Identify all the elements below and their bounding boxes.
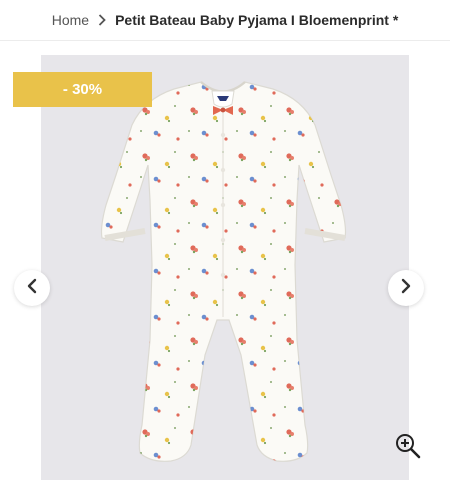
pyjama-illustration xyxy=(100,81,347,462)
zoom-in-icon xyxy=(394,434,422,464)
previous-image-button[interactable] xyxy=(14,270,50,306)
chevron-right-icon xyxy=(399,278,413,299)
breadcrumb: Home Petit Bateau Baby Pyjama I Bloemenp… xyxy=(0,0,450,41)
chevron-right-icon xyxy=(98,14,106,26)
product-image[interactable] xyxy=(41,55,409,480)
discount-badge: - 30% xyxy=(13,72,152,107)
next-image-button[interactable] xyxy=(388,270,424,306)
chevron-left-icon xyxy=(25,278,39,299)
breadcrumb-home-link[interactable]: Home xyxy=(52,12,89,28)
zoom-button[interactable] xyxy=(394,432,422,460)
breadcrumb-current-page: Petit Bateau Baby Pyjama I Bloemenprint … xyxy=(115,12,399,28)
